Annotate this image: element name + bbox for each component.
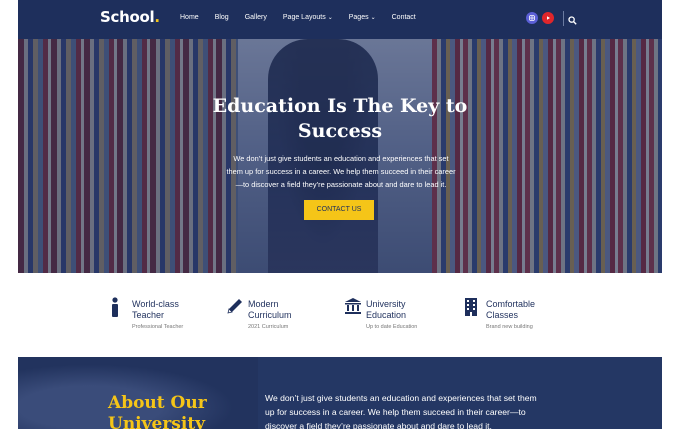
university-icon bbox=[344, 297, 361, 317]
logo-dot: . bbox=[154, 8, 160, 26]
feature-title-line: World-class bbox=[132, 299, 179, 309]
nav-item-blog[interactable]: Blog bbox=[215, 14, 229, 21]
about-text-line: discover a field they’re passionate abou… bbox=[265, 421, 492, 429]
site-logo[interactable]: School. bbox=[100, 8, 160, 26]
pencil-icon bbox=[226, 297, 242, 317]
hero-title-line: Education Is The Key to bbox=[212, 95, 468, 117]
chevron-down-icon: ⌄ bbox=[327, 15, 333, 21]
nav-item-home[interactable]: Home bbox=[180, 14, 199, 21]
page-frame: School. Home Blog Gallery Page Layouts ⌄ … bbox=[18, 0, 662, 429]
hero-description: We don’t just give students an education… bbox=[210, 152, 472, 191]
hero-title-line: Success bbox=[297, 120, 383, 142]
building-icon bbox=[464, 297, 480, 317]
about-title-line: University bbox=[108, 414, 206, 429]
search-icon[interactable] bbox=[568, 12, 577, 30]
header-divider bbox=[563, 11, 564, 26]
features-section: World-class Teacher Professional Teacher… bbox=[18, 273, 662, 357]
nav-item-contact[interactable]: Contact bbox=[392, 14, 416, 21]
instagram-icon[interactable] bbox=[526, 12, 538, 24]
feature-subtitle: Up to date Education bbox=[366, 324, 418, 330]
feature-title-line: Curriculum bbox=[248, 310, 292, 320]
hero-text-line: —to discover a field they’re passionate … bbox=[235, 180, 447, 189]
feature-title-line: Modern bbox=[248, 299, 279, 309]
person-icon bbox=[110, 297, 126, 317]
feature-subtitle: Brand new building bbox=[486, 324, 533, 330]
contact-us-button[interactable]: CONTACT US bbox=[304, 200, 374, 220]
about-description: We don’t just give students an education… bbox=[265, 391, 585, 429]
feature-subtitle: Professional Teacher bbox=[132, 324, 184, 330]
nav-label-pages: Pages bbox=[348, 14, 369, 21]
about-text-line: up for success in a career. We help them… bbox=[265, 407, 526, 417]
hero-section: Education Is The Key to Success We don’t… bbox=[18, 39, 662, 273]
about-title-line: About Our bbox=[108, 393, 207, 413]
hero-title: Education Is The Key to Success bbox=[190, 94, 490, 144]
feature-title-line: Comfortable bbox=[486, 299, 536, 309]
chevron-down-icon: ⌄ bbox=[370, 15, 376, 21]
about-title: About Our University bbox=[108, 393, 268, 429]
nav-item-gallery[interactable]: Gallery bbox=[245, 14, 267, 21]
nav-item-page-layouts[interactable]: Page Layouts ⌄ bbox=[283, 14, 333, 21]
feature-title: Comfortable Classes bbox=[486, 299, 576, 321]
feature-title-line: Education bbox=[366, 310, 407, 320]
about-text-line: We don’t just give students an education… bbox=[265, 393, 537, 403]
logo-text: School bbox=[100, 8, 155, 26]
feature-title: World-class Teacher bbox=[132, 299, 222, 321]
youtube-icon[interactable] bbox=[542, 12, 554, 24]
feature-title: University Education bbox=[366, 299, 456, 321]
site-header: School. Home Blog Gallery Page Layouts ⌄ … bbox=[18, 0, 662, 39]
nav-label-page-layouts: Page Layouts bbox=[282, 14, 326, 21]
nav-item-pages[interactable]: Pages ⌄ bbox=[349, 14, 376, 21]
feature-title-line: Teacher bbox=[132, 310, 165, 320]
feature-title-line: Classes bbox=[486, 310, 519, 320]
feature-subtitle: 2021 Curriculum bbox=[248, 324, 289, 330]
feature-title-line: University bbox=[366, 299, 406, 309]
hero-text-line: them up for success in a career. We help… bbox=[226, 167, 456, 176]
about-section: About Our University We don’t just give … bbox=[18, 357, 662, 429]
feature-title: Modern Curriculum bbox=[248, 299, 338, 321]
main-nav: Home Blog Gallery Page Layouts ⌄ Pages ⌄ C… bbox=[180, 14, 432, 21]
hero-text-line: We don’t just give students an education… bbox=[233, 154, 449, 163]
